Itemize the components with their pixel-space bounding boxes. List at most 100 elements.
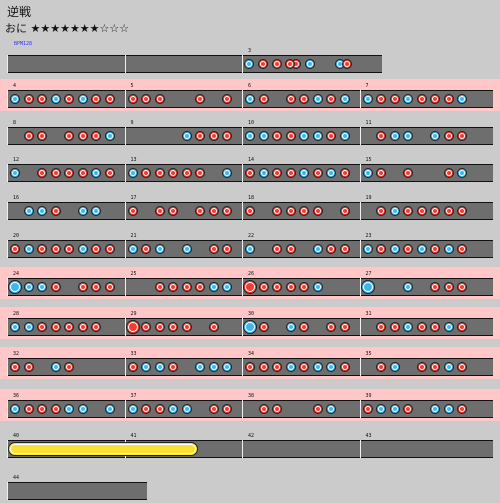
- don-note: [168, 362, 178, 372]
- don-note: [50, 244, 61, 254]
- ka-note: [23, 282, 34, 292]
- ka-note: [208, 362, 219, 372]
- don-note: [285, 282, 296, 292]
- measure-number: 5: [130, 83, 134, 89]
- don-note: [37, 94, 47, 104]
- don-note: [326, 94, 336, 104]
- don-note: [50, 404, 61, 414]
- don-note: [376, 131, 386, 141]
- ka-note: [443, 362, 454, 372]
- bar-line: [7, 400, 8, 418]
- don-note: [23, 404, 34, 414]
- measure-number: 43: [365, 433, 372, 439]
- don-note: [91, 244, 101, 254]
- don-note: [457, 322, 467, 332]
- ka-note: [23, 322, 34, 332]
- don-note: [91, 282, 101, 292]
- don-note: [326, 244, 336, 254]
- don-note: [195, 168, 205, 178]
- don-note: [299, 362, 309, 372]
- bar-line: [7, 55, 8, 73]
- don-note: [127, 94, 138, 104]
- don-note: [245, 168, 255, 178]
- ka-note: [312, 244, 323, 254]
- ka-note: [326, 404, 336, 414]
- don-note: [403, 404, 413, 414]
- don-note: [430, 282, 440, 292]
- don-note: [64, 362, 74, 372]
- ka-note: [37, 282, 47, 292]
- ka-note: [389, 131, 400, 141]
- don-note: [222, 404, 232, 414]
- bar-line: [124, 55, 126, 73]
- don-note: [208, 131, 219, 141]
- ka-note: [208, 282, 219, 292]
- don-note: [272, 282, 282, 292]
- measure-number: 13: [130, 157, 137, 163]
- don-note: [77, 322, 88, 332]
- ka-note: [64, 404, 74, 414]
- ka-note: [245, 244, 255, 254]
- don-note: [64, 244, 74, 254]
- don-note: [443, 206, 454, 216]
- don-note: [376, 94, 386, 104]
- don-note: [104, 94, 115, 104]
- don-note: [243, 280, 257, 294]
- measure-number: 36: [13, 393, 20, 399]
- don-note: [258, 282, 269, 292]
- measure-number: 17: [130, 195, 137, 201]
- don-note: [416, 94, 427, 104]
- don-note: [272, 131, 282, 141]
- measure-number: 18: [248, 195, 255, 201]
- ka-note: [389, 404, 400, 414]
- measure-number: 7: [365, 83, 369, 89]
- note-lane: [7, 482, 147, 500]
- don-note: [222, 131, 232, 141]
- don-note: [208, 404, 219, 414]
- measure-number: 27: [365, 271, 372, 277]
- don-note: [208, 206, 219, 216]
- ka-note: [104, 404, 115, 414]
- don-note: [64, 94, 74, 104]
- ka-note: [154, 362, 165, 372]
- ka-note: [362, 94, 373, 104]
- don-note: [141, 322, 151, 332]
- measure-number: 24: [13, 271, 20, 277]
- don-note: [50, 282, 61, 292]
- drumroll-note: [8, 442, 198, 456]
- ka-note: [258, 131, 269, 141]
- don-note: [168, 282, 178, 292]
- ka-note: [181, 244, 192, 254]
- ka-note: [245, 131, 255, 141]
- measure-number: 4: [13, 83, 17, 89]
- don-note: [127, 206, 138, 216]
- bar-line: [7, 127, 8, 145]
- don-note: [430, 322, 440, 332]
- ka-note: [362, 244, 373, 254]
- bar-line: [359, 358, 361, 376]
- measure-number: 8: [13, 120, 17, 126]
- don-note: [376, 362, 386, 372]
- bar-line: [7, 164, 8, 182]
- don-note: [285, 168, 296, 178]
- don-note: [23, 362, 34, 372]
- ka-note: [403, 282, 413, 292]
- ka-note: [181, 131, 192, 141]
- ka-note: [443, 244, 454, 254]
- don-note: [37, 244, 47, 254]
- don-note: [141, 168, 151, 178]
- bar-line: [124, 400, 126, 418]
- don-note: [339, 206, 350, 216]
- bar-line: [124, 278, 126, 296]
- bar-line: [124, 358, 126, 376]
- don-note: [443, 168, 454, 178]
- don-note: [443, 94, 454, 104]
- ka-note: [416, 244, 427, 254]
- ka-note: [362, 168, 373, 178]
- don-note: [77, 168, 88, 178]
- ka-note: [222, 282, 232, 292]
- measure-number: 40: [13, 433, 20, 439]
- bar-line: [7, 358, 8, 376]
- measure-number: 11: [365, 120, 372, 126]
- measure-number: 21: [130, 233, 137, 239]
